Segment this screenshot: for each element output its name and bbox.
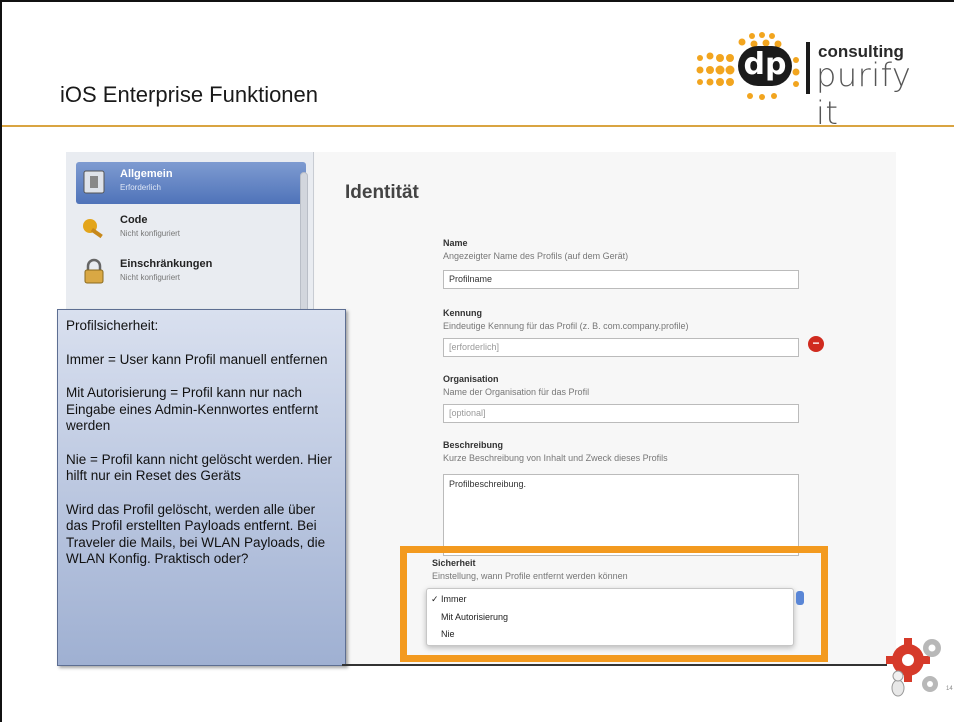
organisation-desc: Name der Organisation für das Profil — [443, 387, 590, 397]
callout-mit-autorisierung: Mit Autorisierung = Profil kann nur nach… — [66, 385, 319, 433]
sidebar-item-einschraenkungen[interactable]: Einschränkungen Nicht konfiguriert — [76, 252, 306, 294]
sidebar-item-label: Code — [120, 214, 148, 226]
kennung-desc: Eindeutige Kennung für das Profil (z. B.… — [443, 321, 689, 331]
slide-title: iOS Enterprise Funktionen — [60, 82, 319, 107]
bottom-divider — [342, 664, 887, 666]
callout-heading: Profilsicherheit: — [66, 318, 159, 333]
check-icon: ✓ — [431, 594, 439, 604]
gears-icon — [886, 638, 941, 697]
beschreibung-desc: Kurze Beschreibung von Inhalt und Zweck … — [443, 453, 668, 463]
general-icon — [83, 170, 105, 194]
title-divider — [2, 125, 954, 127]
dropdown-arrow-icon[interactable] — [796, 591, 804, 605]
callout-note: Wird das Profil gelöscht, werden alle üb… — [66, 501, 326, 567]
name-desc: Angezeigter Name des Profils (auf dem Ge… — [443, 251, 629, 261]
slide: iOS Enterprise Funktionen dp consulting … — [0, 0, 954, 722]
sidebar-item-allgemein[interactable]: Allgemein Erforderlich — [76, 162, 306, 204]
sidebar-item-code[interactable]: Code Nicht konfiguriert — [76, 208, 306, 250]
sidebar-item-sub: Nicht konfiguriert — [120, 229, 181, 238]
sicherheit-dropdown[interactable]: ✓ Immer Mit Autorisierung Nie — [426, 588, 794, 646]
required-warning-icon: − — [808, 336, 824, 352]
name-label: Name — [443, 238, 468, 248]
name-field[interactable]: Profilname — [443, 270, 799, 289]
logo-divider — [806, 42, 810, 94]
kennung-label: Kennung — [443, 308, 482, 318]
beschreibung-field[interactable]: Profilbeschreibung. — [443, 474, 799, 556]
option-label: Mit Autorisierung — [441, 612, 509, 622]
organisation-field[interactable]: [optional] — [443, 404, 799, 423]
organisation-label: Organisation — [443, 374, 499, 384]
info-callout: Profilsicherheit: Immer = User kann Prof… — [57, 309, 346, 666]
logo-mark: dp — [738, 46, 792, 86]
sicherheit-desc: Einstellung, wann Profile entfernt werde… — [432, 571, 628, 581]
sicherheit-label: Sicherheit — [432, 558, 476, 568]
company-logo: dp consulting purify it — [692, 24, 932, 132]
sidebar-item-sub: Erforderlich — [120, 183, 161, 192]
callout-immer: Immer = User kann Profil manuell entfern… — [66, 351, 328, 367]
logo-purify-text: purify it — [816, 56, 912, 132]
pane-title: Identität — [345, 182, 419, 203]
beschreibung-label: Beschreibung — [443, 440, 504, 450]
lock-icon — [84, 258, 104, 284]
kennung-field[interactable]: [erforderlich] — [443, 338, 799, 357]
callout-nie: Nie = Profil kann nicht gelöscht werden.… — [66, 451, 333, 484]
sidebar-item-sub: Nicht konfiguriert — [120, 273, 181, 282]
page-number: 14 — [946, 686, 953, 692]
key-icon — [83, 219, 103, 239]
option-label: Immer — [441, 594, 467, 604]
option-label: Nie — [441, 629, 455, 639]
sidebar-item-label: Einschränkungen — [120, 258, 213, 270]
sidebar-item-label: Allgemein — [120, 168, 173, 180]
